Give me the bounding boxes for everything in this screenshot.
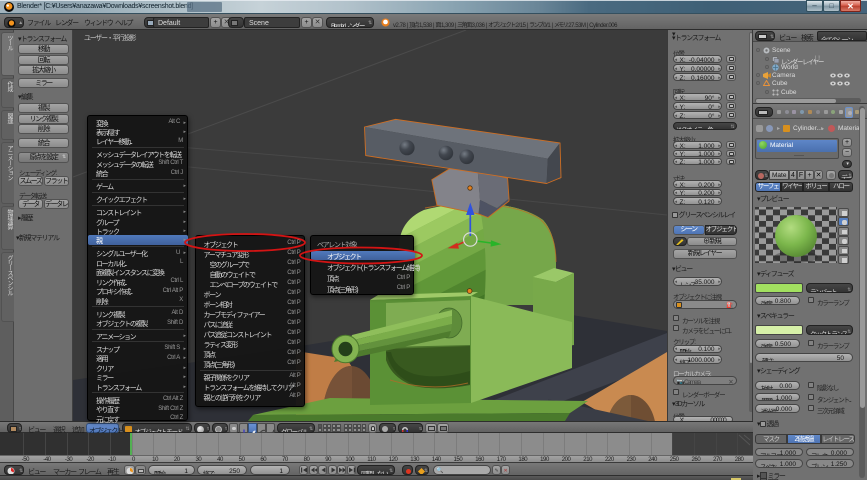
- svg-text:ユーザー・平行投影: ユーザー・平行投影: [84, 33, 136, 42]
